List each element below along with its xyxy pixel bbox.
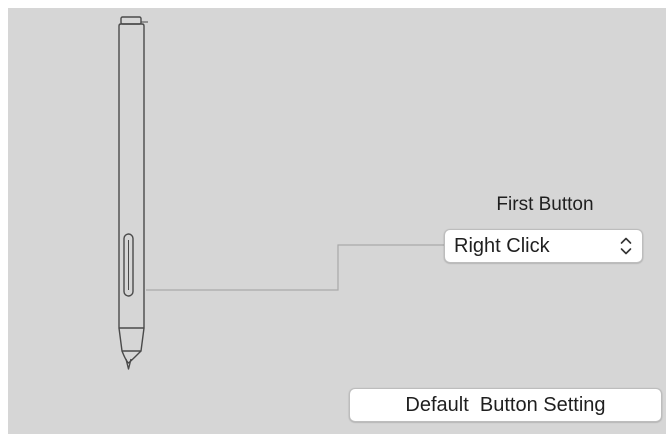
up-down-chevron-icon — [619, 235, 633, 257]
default-button-setting-button[interactable]: Default Button Setting — [349, 388, 662, 422]
stylus-pen-icon — [118, 16, 148, 370]
first-button-label: First Button — [496, 194, 594, 215]
first-button-select[interactable]: Right Click — [444, 229, 643, 263]
first-button-select-value: Right Click — [454, 234, 550, 257]
